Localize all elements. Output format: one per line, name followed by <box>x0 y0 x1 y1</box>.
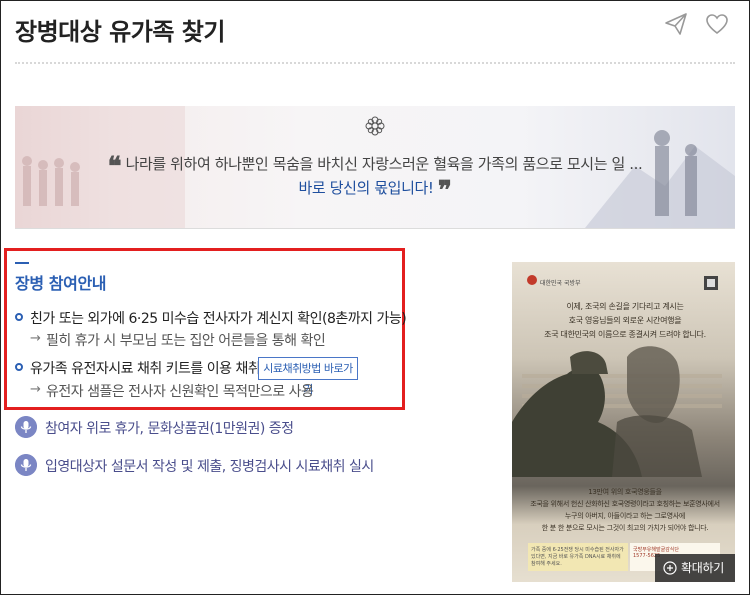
poster-headline-line: 호국 영웅님들의 외로운 시간여행을 <box>568 316 682 325</box>
microphone-icon <box>15 454 37 476</box>
flower-icon <box>365 116 385 136</box>
poster-caption: 13만여 위의 호국영웅들을 조국을 위해서 헌신 산화하신 호국영령이라고 호… <box>530 486 720 534</box>
quote-text-line2: 바로 당신의 몫입니다! ❞ <box>15 176 735 206</box>
heart-icon[interactable] <box>704 11 730 37</box>
poster-org: 대한민국 국방부 <box>540 280 581 287</box>
poster-contact: 가족 중에 6·25전쟁 당시 미수습된 전사자가 있다면, 지금 바로 유가족… <box>528 543 628 571</box>
plus-circle-icon <box>663 561 677 575</box>
campaign-poster: 대한민국 국방부 이제, 조국의 손길을 기다리고 계시는 호국 영웅님들의 외… <box>512 262 735 582</box>
enlarge-button[interactable]: 확대하기 <box>655 554 735 582</box>
poster-caption-line: 한 분 한 분으로 모시는 그것이 최고의 가치가 되어야 합니다. <box>541 524 709 532</box>
poster-footer-org: 국방부유해발굴감식단 <box>633 547 680 553</box>
header-divider <box>15 62 735 64</box>
guide-item-2-sub: 유전자 샘플은 전사자 신원확인 목적만으로 사용 <box>46 384 314 400</box>
arrow-icon: → <box>30 382 41 397</box>
quote-emphasis: 바로 당신의 몫입니다! <box>298 179 434 197</box>
poster-headline: 이제, 조국의 손길을 기다리고 계시는 호국 영웅님들의 외로운 시간여행을 … <box>530 300 720 342</box>
quote-text: 나라를 위하여 하나뿐인 목숨을 바치신 자랑스러운 혈육을 가족의 품으로 모… <box>125 155 643 173</box>
poster-headline-line: 이제, 조국의 손길을 기다리고 계시는 <box>566 302 684 311</box>
quote-banner: ❝ 나라를 위하여 하나뿐인 목숨을 바치신 자랑스러운 혈육을 가족의 품으로… <box>15 106 735 228</box>
guide-item-1-sub: 필히 휴가 시 부모님 또는 집안 어른들을 통해 확인 <box>46 333 326 349</box>
guide-item-1: 친가 또는 외가에 6·25 미수습 전사자가 계신지 확인(8촌까지 가능) <box>30 311 407 327</box>
poster-caption-line: 조국을 위해서 헌신 산화하신 호국영령이라고 호칭하는 보훈영사에서 <box>530 500 720 508</box>
poster-caption-line: 누구의 아버지, 아들이라고 하는 그로영사에 <box>564 512 686 520</box>
benefit-item-2: 입영대상자 설문서 작성 및 제출, 징병검사시 시료채취 실시 <box>45 459 374 475</box>
guide-item-2: 유가족 유전자시료 채취 키트를 이용 채취 <box>30 361 261 377</box>
microphone-icon <box>15 416 37 438</box>
share-icon[interactable] <box>663 11 689 37</box>
section-title-accent <box>15 262 29 264</box>
benefit-item-1: 참여자 위로 휴가, 문화상품권(1만원권) 증정 <box>45 421 294 437</box>
sample-method-button[interactable]: 시료채취방법 바로가기 <box>258 357 358 396</box>
enlarge-label: 확대하기 <box>681 561 724 575</box>
poster-headline-line: 조국 대한민국의 이름으로 종결시켜 드려야 합니다. <box>544 330 706 339</box>
banner-divider <box>15 228 735 229</box>
page-title: 장병대상 유가족 찾기 <box>15 18 225 46</box>
close-quote-icon: ❞ <box>437 176 452 206</box>
section-title: 장병 참여안내 <box>15 274 107 293</box>
poster-caption-line: 13만여 위의 호국영웅들을 <box>588 488 662 496</box>
arrow-icon: → <box>30 331 41 346</box>
bullet-icon <box>15 313 23 321</box>
bullet-icon <box>15 363 23 371</box>
